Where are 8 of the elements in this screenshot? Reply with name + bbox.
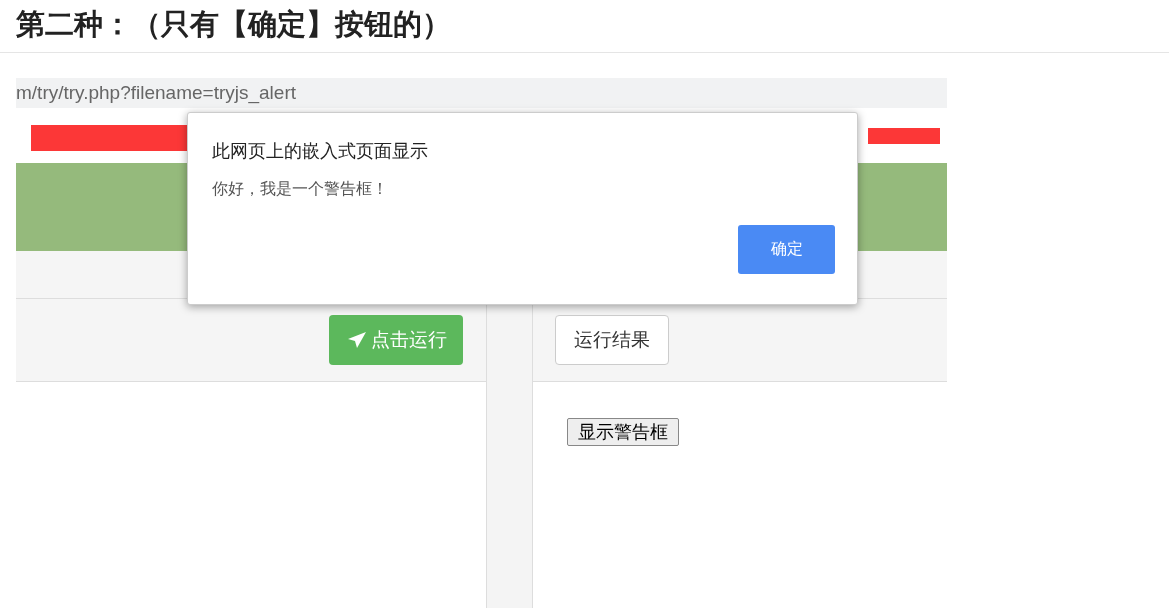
send-icon: [347, 331, 367, 349]
result-tab[interactable]: 运行结果: [555, 315, 669, 365]
show-alert-button[interactable]: 显示警告框: [567, 418, 679, 446]
section-heading: 第二种：（只有【确定】按钮的）: [15, 6, 452, 43]
dialog-title: 此网页上的嵌入式页面显示: [212, 139, 429, 163]
dialog-message: 你好，我是一个警告框！: [212, 179, 389, 200]
redaction-mark: [868, 128, 940, 144]
url-text: m/try/try.php?filename=tryjs_alert: [16, 82, 296, 104]
